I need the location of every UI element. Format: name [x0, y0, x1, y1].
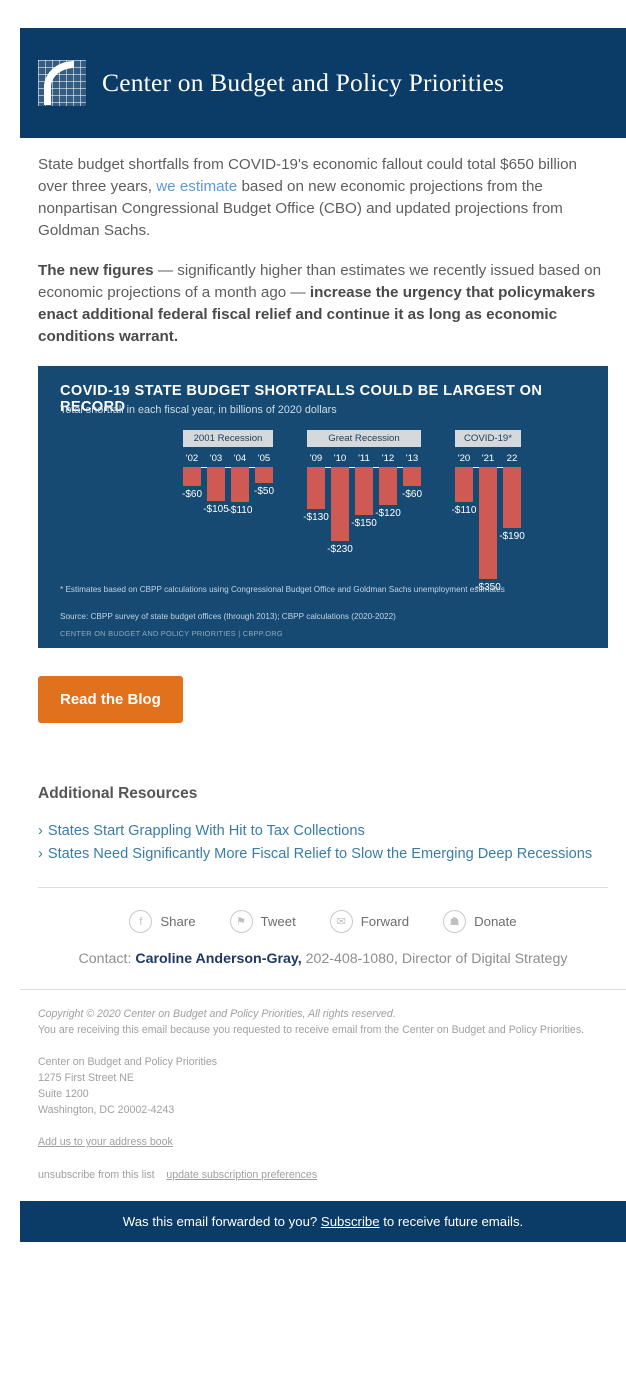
social-forward-button[interactable]: ✉ Forward: [329, 910, 410, 933]
chart-bar: [207, 467, 225, 501]
social-label: Donate: [474, 914, 517, 929]
resource-link[interactable]: States Start Grappling With Hit to Tax C…: [48, 823, 365, 839]
social-tweet-button[interactable]: ⚑ Tweet: [229, 910, 296, 933]
additional-resources-title: Additional Resources: [38, 785, 198, 802]
forwarded-banner: Was this email forwarded to you? Subscri…: [20, 1201, 626, 1242]
chart-note-estimates: * Estimates based on CBPP calculations u…: [60, 585, 505, 594]
facebook-icon: f: [129, 910, 153, 933]
social-donate-button[interactable]: ☗ Donate: [443, 910, 517, 933]
chart-bar: [307, 467, 325, 509]
social-label: Share: [160, 914, 196, 929]
chart-value-label: -$50: [253, 486, 274, 497]
address-block: Center on Budget and Policy Priorities 12…: [38, 1054, 608, 1118]
intro-paragraph: State budget shortfalls from COVID-19's …: [38, 154, 608, 242]
chart-year-label: '12: [381, 453, 395, 464]
social-share-row: f Share ⚑ Tweet ✉ Forward ☗ Donate: [38, 888, 608, 951]
new-figures-bold: The new figures: [38, 262, 154, 279]
contact-prefix: Contact:: [78, 951, 136, 967]
footer-links-row: unsubscribe from this list update subscr…: [38, 1167, 608, 1183]
social-label: Tweet: [260, 914, 296, 929]
we-estimate-link[interactable]: we estimate: [156, 178, 237, 195]
content-area: State budget shortfalls from COVID-19's …: [20, 138, 626, 989]
chart-group-header: Great Recession: [307, 430, 421, 447]
figures-paragraph: The new figures — significantly higher t…: [38, 260, 608, 348]
chart-bar: [455, 467, 473, 502]
address-line: Suite 1200: [38, 1088, 89, 1100]
email-header: Center on Budget and Policy Priorities: [20, 28, 626, 138]
chart-bar: [403, 467, 421, 486]
chart-bar: [255, 467, 273, 483]
chart-value-label: -$190: [499, 531, 525, 542]
subscribe-link[interactable]: Subscribe: [321, 1214, 380, 1229]
social-share-button[interactable]: f Share: [129, 910, 196, 933]
chart-attribution: CENTER ON BUDGET AND POLICY PRIORITIES |…: [60, 629, 283, 638]
envelope-icon: ✉: [329, 910, 353, 933]
chart-bar: [331, 467, 349, 541]
chart-value-label: -$60: [401, 489, 422, 500]
chart-value-label: -$230: [327, 544, 353, 555]
email-body: Center on Budget and Policy Priorities S…: [20, 28, 626, 1242]
chart-year-label: '13: [405, 453, 419, 464]
banner-text-after: to receive future emails.: [379, 1214, 524, 1229]
chart-bar: [183, 467, 201, 486]
chart-year-label: '05: [257, 453, 271, 464]
update-preferences-link[interactable]: update subscription preferences: [166, 1169, 317, 1181]
chart-group-header: COVID-19*: [455, 430, 521, 447]
social-label: Forward: [360, 914, 410, 929]
chart-year-label: '09: [309, 453, 323, 464]
gift-icon: ☗: [443, 910, 467, 933]
cbpp-grid-arc-logo-icon: [38, 60, 86, 106]
address-line: Washington, DC 20002-4243: [38, 1104, 175, 1116]
chart-year-label: '11: [358, 453, 370, 464]
chart-year-label: '10: [333, 453, 347, 464]
contact-line: Contact: Caroline Anderson-Gray, 202-408…: [38, 951, 608, 989]
address-book-row: Add us to your address book: [38, 1134, 608, 1150]
chart-year-label: '02: [185, 453, 199, 464]
chart-value-label: -$110: [227, 505, 253, 516]
contact-name-link[interactable]: Caroline Anderson-Gray,: [135, 951, 301, 967]
email-footer: Copyright © 2020 Center on Budget and Po…: [20, 989, 626, 1183]
chart-plot-area: '02 -$60'03 -$105'04 -$110'05 -$50'09 -$130'1…: [38, 366, 608, 648]
unsubscribe-text[interactable]: unsubscribe from this list: [38, 1169, 155, 1181]
banner-text-before: Was this email forwarded to you?: [122, 1214, 321, 1229]
chart-bar: [503, 467, 521, 528]
contact-details: 202-408-1080, Director of Digital Strate…: [301, 951, 568, 967]
copyright-text: Copyright © 2020 Center on Budget and Po…: [38, 1008, 396, 1020]
add-to-address-book-link[interactable]: Add us to your address book: [38, 1136, 173, 1148]
org-name: Center on Budget and Policy Priorities: [102, 68, 505, 97]
chevron-right-icon: ›: [38, 823, 43, 839]
resource-item: › States Need Significantly More Fiscal R…: [38, 844, 608, 865]
chevron-right-icon: ›: [38, 846, 43, 862]
address-line: 1275 First Street NE: [38, 1072, 134, 1084]
reason-text: You are receiving this email because you…: [38, 1024, 585, 1036]
resource-list: › States Start Grappling With Hit to Tax …: [38, 821, 608, 865]
chart-year-label: '21: [481, 453, 495, 464]
address-line: Center on Budget and Policy Priorities: [38, 1056, 218, 1068]
chart-year-label: 22: [506, 453, 518, 464]
chart-year-label: '04: [233, 453, 247, 464]
chart-year-label: '03: [209, 453, 223, 464]
resource-link[interactable]: States Need Significantly More Fiscal Re…: [48, 846, 592, 862]
chart-value-label: -$150: [351, 518, 377, 529]
budget-shortfall-chart: COVID-19 STATE BUDGET SHORTFALLS COULD B…: [38, 366, 608, 648]
resource-item: › States Start Grappling With Hit to Tax …: [38, 821, 608, 842]
chart-year-label: '20: [457, 453, 471, 464]
twitter-icon: ⚑: [229, 910, 253, 933]
chart-group-header: 2001 Recession: [183, 430, 273, 447]
chart-value-label: -$120: [375, 508, 401, 519]
read-the-blog-button[interactable]: Read the Blog: [38, 676, 183, 723]
chart-bar: [479, 467, 497, 579]
chart-note-source: Source: CBPP survey of state budget offi…: [60, 612, 396, 621]
